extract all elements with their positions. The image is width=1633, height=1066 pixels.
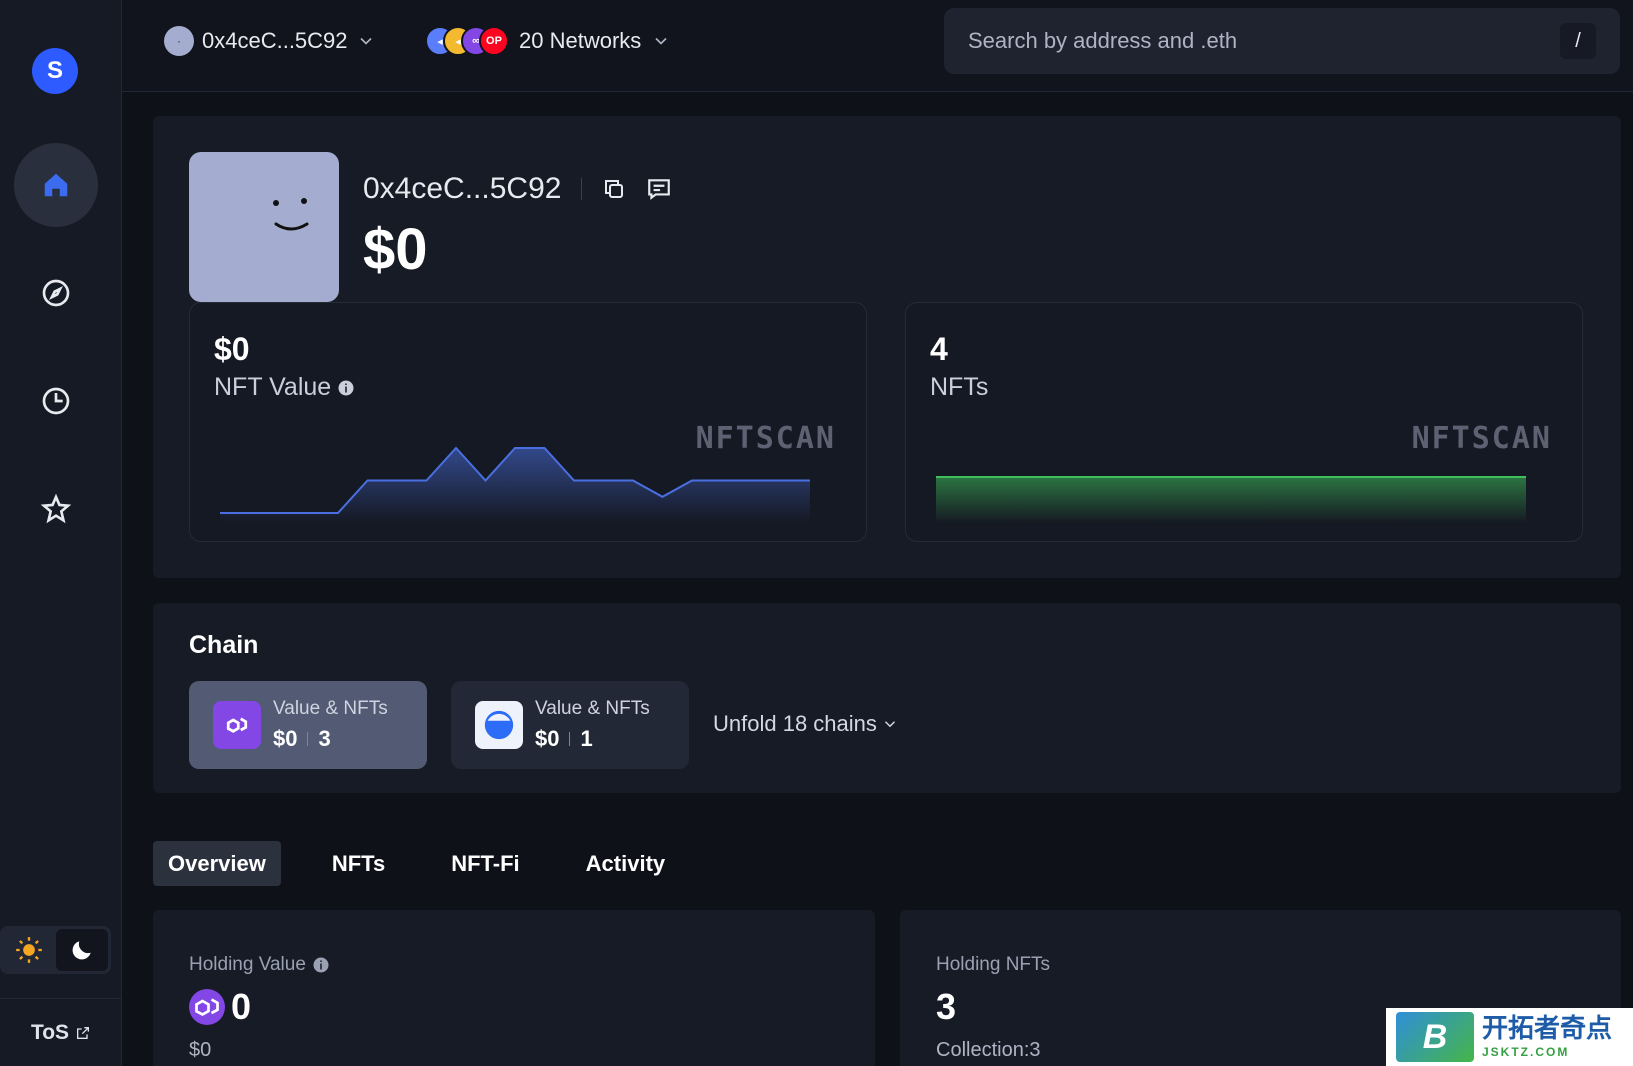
external-link-icon xyxy=(77,1027,90,1039)
copy-icon[interactable] xyxy=(602,177,626,201)
account-avatar: · xyxy=(164,26,194,56)
watermark-cn: 开拓者奇点 xyxy=(1482,1013,1613,1043)
tab-nfts[interactable]: NFTs xyxy=(317,841,400,886)
light-mode-button[interactable] xyxy=(3,929,56,971)
profile-address: 0x4ceC...5C92 xyxy=(363,172,562,205)
chevron-down-icon xyxy=(884,721,895,728)
nav-favorites[interactable] xyxy=(14,467,98,551)
search-input[interactable] xyxy=(968,28,1560,54)
chain-card-text: Value & NFTs $0 3 xyxy=(273,698,388,752)
info-icon[interactable] xyxy=(337,379,355,397)
holding-value-label: Holding Value xyxy=(189,954,306,975)
search-bar: / xyxy=(944,8,1620,74)
optimism-network-icon: OP xyxy=(479,26,509,56)
nft-value-label: NFT Value xyxy=(214,373,332,401)
clock-icon xyxy=(42,387,70,415)
chart-area xyxy=(220,448,810,523)
holding-nfts-label: Holding NFTs xyxy=(936,954,1051,975)
nft-count-chart xyxy=(936,476,1526,523)
chevron-down-icon xyxy=(359,37,372,45)
divider xyxy=(307,732,309,746)
holding-value-panel: Holding Value 0 $0 xyxy=(153,910,875,1066)
account-selector[interactable]: · 0x4ceC...5C92 xyxy=(164,26,376,56)
holding-nfts-count: 3 xyxy=(936,986,957,1027)
tab-overview[interactable]: Overview xyxy=(153,841,281,886)
nft-value-label-row: NFT Value xyxy=(214,373,355,402)
chain-card-count: 3 xyxy=(318,726,331,751)
sun-icon xyxy=(16,937,43,963)
nft-value-card: $0 NFT Value NFTSCAN xyxy=(189,302,867,542)
star-icon xyxy=(40,493,72,524)
nft-count-card: 4 NFTs NFTSCAN xyxy=(905,302,1583,542)
holding-value-row: 0 xyxy=(189,986,251,1028)
chart-area xyxy=(936,477,1526,523)
search-shortcut-key: / xyxy=(1560,23,1596,59)
watermark-logo: B xyxy=(1396,1012,1474,1062)
unfold-chains-button[interactable]: Unfold 18 chains xyxy=(713,711,899,737)
holding-value-usd: $0 xyxy=(189,1039,212,1061)
watermark-en: JSKTZ.COM xyxy=(1482,1045,1570,1059)
chain-title: Chain xyxy=(189,631,259,659)
chain-card-value: $0 xyxy=(273,726,298,751)
compass-icon xyxy=(42,279,70,307)
dark-mode-button[interactable] xyxy=(55,929,108,971)
networks-label: 20 Networks xyxy=(519,28,642,53)
divider xyxy=(569,732,571,746)
watermark-text: 开拓者奇点 JSKTZ.COM xyxy=(1482,1015,1612,1059)
nav-home[interactable] xyxy=(14,143,98,227)
chain-card-polygon[interactable]: Value & NFTs $0 3 xyxy=(189,681,427,769)
chain-card-second[interactable]: Value & NFTs $0 1 xyxy=(451,681,689,769)
theme-toggle xyxy=(0,926,111,974)
info-icon[interactable] xyxy=(312,956,330,974)
holding-value-label-row: Holding Value xyxy=(189,954,330,976)
tos-link[interactable]: ToS xyxy=(0,998,122,1045)
site-watermark: B 开拓者奇点 JSKTZ.COM xyxy=(1386,1008,1633,1066)
tos-label: ToS xyxy=(30,1021,70,1044)
nft-count-amount: 4 xyxy=(930,331,948,367)
tab-nft-fi[interactable]: NFT-Fi xyxy=(436,841,534,886)
chain-card-text: Value & NFTs $0 1 xyxy=(535,698,650,752)
content-tabs: Overview NFTs NFT-Fi Activity xyxy=(153,841,680,886)
network-selector[interactable]: ◂ ◂ ∞ OP 20 Networks xyxy=(425,26,671,56)
nft-value-chart xyxy=(220,446,810,523)
chain-card-value: $0 xyxy=(535,726,560,751)
divider xyxy=(581,178,583,200)
top-bar: · 0x4ceC...5C92 ◂ ◂ ∞ OP 20 Networks / xyxy=(122,0,1633,92)
holding-nfts-collections: Collection:3 xyxy=(936,1039,1041,1061)
profile-avatar xyxy=(189,152,339,302)
nft-count-label: NFTs xyxy=(930,373,988,402)
chain-card-subtitle: Value & NFTs xyxy=(273,698,388,719)
profile-panel: 0x4ceC...5C92 $0 $0 NFT Value NFTSCAN 4 … xyxy=(153,116,1621,578)
message-icon[interactable] xyxy=(646,176,672,202)
chain-card-values: $0 1 xyxy=(535,726,650,752)
chain-icon xyxy=(475,701,523,749)
network-icons: ◂ ◂ ∞ OP xyxy=(425,26,509,56)
smiley-face-icon xyxy=(273,198,309,231)
chain-card-values: $0 3 xyxy=(273,726,388,752)
nav-explore[interactable] xyxy=(14,251,98,335)
total-value: $0 xyxy=(363,217,428,282)
tab-activity[interactable]: Activity xyxy=(571,841,680,886)
chevron-down-icon xyxy=(655,37,667,45)
profile-address-row: 0x4ceC...5C92 xyxy=(363,172,672,206)
unfold-chains-label: Unfold 18 chains xyxy=(713,711,877,736)
holding-value-amount: 0 xyxy=(231,986,252,1027)
polygon-icon xyxy=(189,989,225,1025)
sidebar: S ToS xyxy=(0,0,122,1066)
nft-count-label-text: NFTs xyxy=(930,373,989,401)
nav-history[interactable] xyxy=(14,359,98,443)
home-icon xyxy=(44,173,68,197)
chain-card-count: 1 xyxy=(580,726,593,751)
logo-letter: S xyxy=(46,57,63,84)
polygon-icon xyxy=(213,701,261,749)
chain-card-subtitle: Value & NFTs xyxy=(535,698,650,719)
moon-icon xyxy=(72,941,91,960)
holding-nfts-row: 3 xyxy=(936,986,956,1028)
nft-value-amount: $0 xyxy=(214,331,250,367)
chain-panel: Chain Value & NFTs $0 3 Value & NFTs $0 1 … xyxy=(153,603,1621,793)
account-address: 0x4ceC...5C92 xyxy=(202,28,348,53)
app-logo[interactable]: S xyxy=(32,48,78,94)
